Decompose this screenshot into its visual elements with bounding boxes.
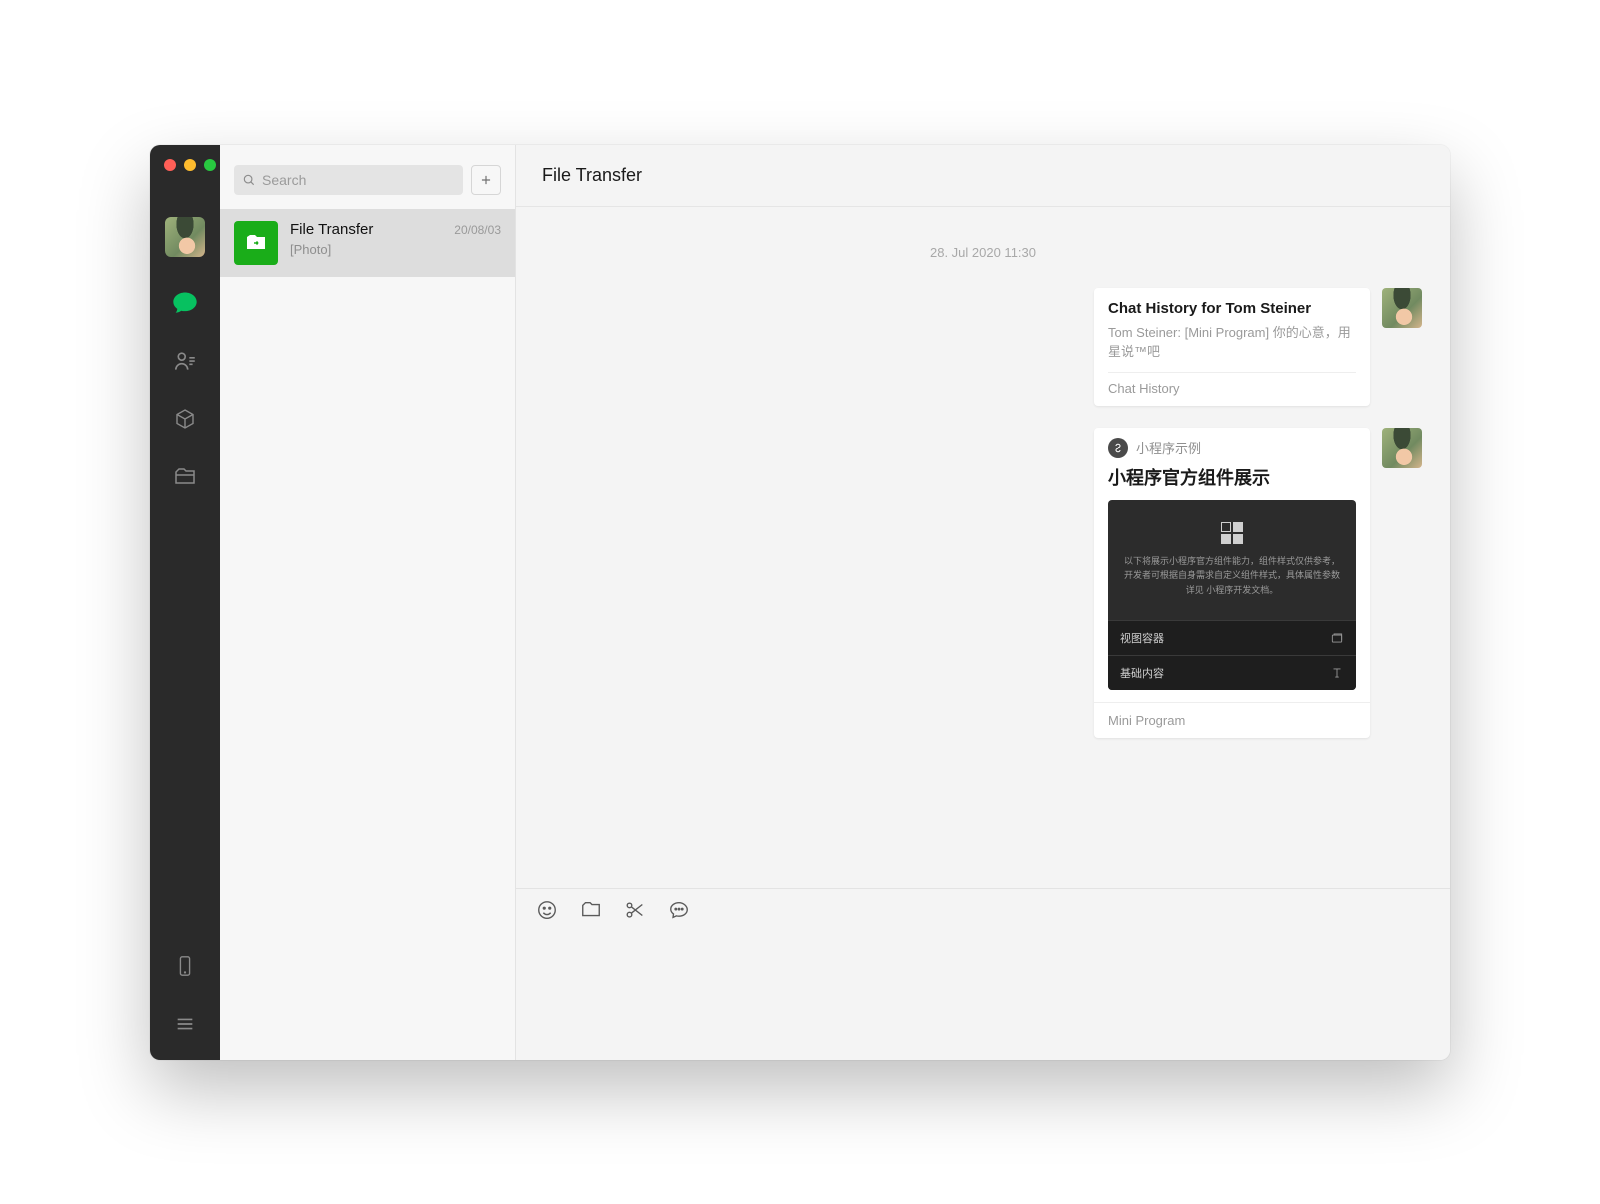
- search-icon: [242, 173, 256, 187]
- message-timestamp: 28. Jul 2020 11:30: [544, 245, 1422, 260]
- app-window: File Transfer 20/08/03 [Photo] File Tran…: [150, 145, 1450, 1060]
- chat-time: 20/08/03: [454, 223, 501, 237]
- chat-history-button[interactable]: [668, 899, 690, 921]
- window-close-button[interactable]: [164, 159, 176, 171]
- card-stack-icon: [1330, 631, 1344, 645]
- plus-icon: [479, 173, 493, 187]
- traffic-lights: [150, 159, 216, 171]
- file-button[interactable]: [580, 899, 602, 921]
- folder-icon: [580, 899, 602, 921]
- sender-avatar[interactable]: [1382, 288, 1422, 328]
- message-row: Chat History for Tom Steiner Tom Steiner…: [544, 288, 1422, 406]
- new-chat-button[interactable]: [471, 165, 501, 195]
- search-box[interactable]: [234, 165, 463, 195]
- speech-bubble-icon: [668, 899, 690, 921]
- text-icon: [1330, 666, 1344, 680]
- grid-icon: [1221, 522, 1243, 544]
- message-input[interactable]: [536, 927, 1430, 1037]
- mini-program-list-item: 视图容器: [1108, 620, 1356, 655]
- nav-phone-icon[interactable]: [167, 948, 203, 984]
- search-input[interactable]: [262, 172, 455, 188]
- sender-avatar[interactable]: [1382, 428, 1422, 468]
- mp-list-label: 基础内容: [1120, 665, 1164, 681]
- mini-program-card[interactable]: 小程序示例 小程序官方组件展示 以下将展示小程序官方组件能力，组件样式仅供参考，…: [1094, 428, 1370, 738]
- file-transfer-icon: [234, 221, 278, 265]
- mini-program-badge-icon: [1108, 438, 1128, 458]
- conversation-panel: File Transfer 28. Jul 2020 11:30 Chat Hi…: [516, 145, 1450, 1060]
- card-footer: Chat History: [1108, 372, 1356, 396]
- nav-chats-icon[interactable]: [167, 285, 203, 321]
- smile-icon: [536, 899, 558, 921]
- nav-files-icon[interactable]: [167, 459, 203, 495]
- nav-menu-icon[interactable]: [167, 1006, 203, 1042]
- chat-preview: [Photo]: [290, 242, 501, 257]
- nav-rail: [150, 145, 220, 1060]
- conversation-body: 28. Jul 2020 11:30 Chat History for Tom …: [516, 207, 1450, 888]
- nav-favorites-icon[interactable]: [167, 401, 203, 437]
- window-zoom-button[interactable]: [204, 159, 216, 171]
- message-row: 小程序示例 小程序官方组件展示 以下将展示小程序官方组件能力，组件样式仅供参考，…: [544, 428, 1422, 738]
- emoji-button[interactable]: [536, 899, 558, 921]
- card-title: Chat History for Tom Steiner: [1108, 300, 1356, 317]
- nav-contacts-icon[interactable]: [167, 343, 203, 379]
- mini-program-desc: 以下将展示小程序官方组件能力，组件样式仅供参考，开发者可根据自身需求自定义组件样…: [1122, 554, 1342, 597]
- card-subtitle: Tom Steiner: [Mini Program] 你的心意，用星说™吧: [1108, 323, 1356, 362]
- screenshot-button[interactable]: [624, 899, 646, 921]
- composer: [516, 888, 1450, 1060]
- mp-list-label: 视图容器: [1120, 630, 1164, 646]
- mini-program-title: 小程序官方组件展示: [1094, 464, 1370, 500]
- mini-program-preview: 以下将展示小程序官方组件能力，组件样式仅供参考，开发者可根据自身需求自定义组件样…: [1108, 500, 1356, 690]
- mini-program-footer: Mini Program: [1094, 702, 1370, 738]
- mini-program-app-name: 小程序示例: [1136, 438, 1201, 457]
- window-minimize-button[interactable]: [184, 159, 196, 171]
- mini-program-list-item: 基础内容: [1108, 655, 1356, 690]
- chat-list-item[interactable]: File Transfer 20/08/03 [Photo]: [220, 209, 515, 277]
- chat-list-panel: File Transfer 20/08/03 [Photo]: [220, 145, 516, 1060]
- conversation-title: File Transfer: [516, 145, 1450, 207]
- chat-title: File Transfer: [290, 221, 373, 238]
- chat-history-card[interactable]: Chat History for Tom Steiner Tom Steiner…: [1094, 288, 1370, 406]
- current-user-avatar[interactable]: [165, 217, 205, 257]
- scissors-icon: [624, 899, 646, 921]
